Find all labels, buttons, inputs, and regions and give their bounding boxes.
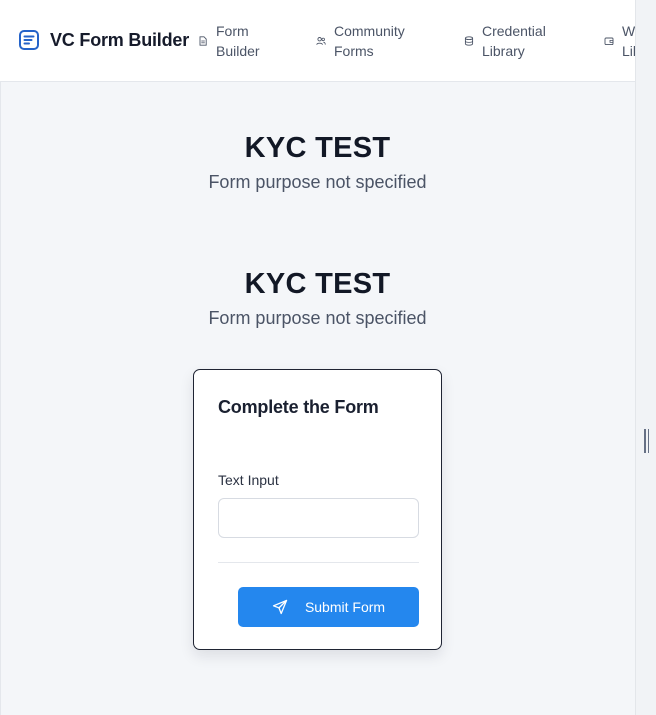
submit-form-button[interactable]: Submit Form [238, 587, 419, 627]
brand[interactable]: VC Form Builder [18, 29, 189, 51]
text-input-field[interactable] [218, 498, 419, 538]
nav-label: Credential Library [482, 23, 546, 59]
form-card: Complete the Form Text Input Submit Form [193, 369, 442, 650]
nav-label: Wallet Library [622, 23, 635, 59]
nav-item-community-forms[interactable]: Community Forms [316, 21, 414, 61]
form-purpose: Form purpose not specified [208, 308, 427, 328]
wallet-icon [604, 37, 614, 46]
text-input-label: Text Input [218, 472, 279, 488]
submit-label: Submit Form [304, 599, 386, 615]
nav-item-credential-library[interactable]: Credential Library [464, 21, 562, 61]
resize-handle[interactable] [644, 429, 649, 453]
file-icon [199, 36, 207, 46]
divider [218, 562, 419, 563]
form-logo-icon [19, 30, 39, 50]
users-icon [316, 37, 326, 45]
card-title: Complete the Form [218, 397, 379, 417]
form-purpose: Form purpose not specified [208, 172, 427, 192]
database-icon [464, 36, 474, 46]
form-preview-header: KYC TEST Form purpose not specified [0, 267, 635, 329]
send-icon [272, 599, 288, 615]
form-header: KYC TEST Form purpose not specified [0, 131, 635, 193]
app-title: VC Form Builder [50, 29, 190, 50]
top-navigation-bar: VC Form Builder Form Builder Community F… [0, 0, 635, 82]
nav-item-form-builder[interactable]: Form Builder [198, 21, 296, 61]
nav-label: Form Builder [216, 23, 260, 59]
nav-label: Community Forms [334, 23, 405, 59]
side-panel-edge [635, 0, 656, 715]
form-title: KYC TEST [244, 132, 391, 164]
nav-item-wallet-library[interactable]: Wallet Library [604, 21, 635, 61]
form-title: KYC TEST [244, 268, 391, 300]
